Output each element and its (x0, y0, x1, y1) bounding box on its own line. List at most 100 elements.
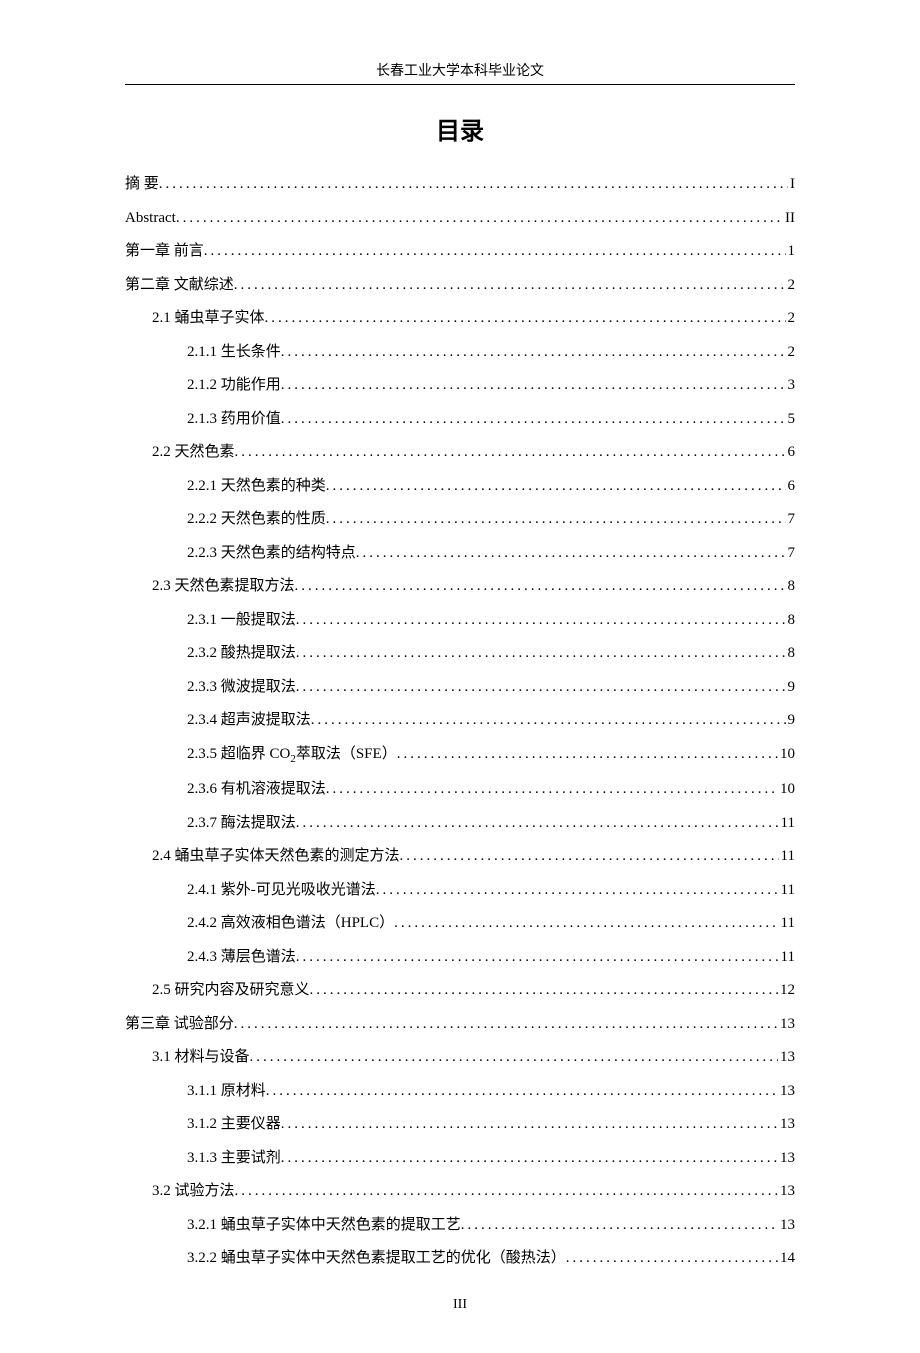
toc-leader-dots: ........................................… (356, 543, 786, 564)
toc-entry-label[interactable]: 3.2.1 蛹虫草子实体中天然色素的提取工艺 (187, 1215, 461, 1236)
toc-entry-label[interactable]: 2.5 研究内容及研究意义 (152, 980, 310, 1001)
toc-entry-label[interactable]: 2.3.6 有机溶液提取法 (187, 779, 326, 800)
toc-entry-label[interactable]: 第二章 文献综述 (125, 275, 234, 296)
toc-entry-page[interactable]: 11 (781, 880, 795, 901)
toc-entry-page[interactable]: 13 (780, 1148, 795, 1169)
toc-entry: 2.1.1 生长条件 .............................… (125, 342, 795, 363)
toc-entry-page[interactable]: 7 (788, 543, 796, 564)
toc-entry: Abstract ...............................… (125, 208, 795, 229)
toc-entry-label[interactable]: 第三章 试验部分 (125, 1014, 234, 1035)
toc-entry-page[interactable]: 13 (780, 1014, 795, 1035)
toc-entry: 2.3.3 微波提取法 ............................… (125, 677, 795, 698)
toc-leader-dots: ........................................… (281, 342, 786, 363)
toc-entry-page[interactable]: 11 (781, 846, 795, 867)
toc-leader-dots: ........................................… (265, 308, 786, 329)
toc-entry-label[interactable]: 2.3 天然色素提取方法 (152, 576, 295, 597)
toc-leader-dots: ........................................… (204, 241, 786, 262)
toc-entry-label[interactable]: 2.3.1 一般提取法 (187, 610, 296, 631)
toc-entry-label[interactable]: 2.3.2 酸热提取法 (187, 643, 296, 664)
toc-entry-page[interactable]: 13 (780, 1047, 795, 1068)
toc-entry-page[interactable]: 5 (788, 409, 796, 430)
toc-entry-page[interactable]: 10 (780, 779, 795, 800)
toc-entry-label[interactable]: 摘 要 (125, 174, 159, 195)
toc-entry-page[interactable]: II (785, 208, 795, 229)
toc-entry-label[interactable]: 2.1.1 生长条件 (187, 342, 281, 363)
toc-entry-page[interactable]: 2 (788, 308, 796, 329)
toc-entry-page[interactable]: 3 (788, 375, 796, 396)
toc-entry: 2.5 研究内容及研究意义 ..........................… (125, 980, 795, 1001)
toc-entry-page[interactable]: 12 (780, 980, 795, 1001)
toc-entry-page[interactable]: 2 (788, 275, 796, 296)
toc-entry: 2.1 蛹虫草子实体 .............................… (125, 308, 795, 329)
toc-entry-label[interactable]: 2.1.3 药用价值 (187, 409, 281, 430)
toc-entry-page[interactable]: 7 (788, 509, 796, 530)
toc-entry-label[interactable]: 2.4.1 紫外-可见光吸收光谱法 (187, 880, 376, 901)
toc-entry-label[interactable]: 3.1 材料与设备 (152, 1047, 250, 1068)
toc-entry-page[interactable]: 13 (780, 1114, 795, 1135)
toc-entry-label[interactable]: 2.4.2 高效液相色谱法（HPLC） (187, 913, 394, 934)
toc-leader-dots: ........................................… (281, 1114, 778, 1135)
toc-entry: 3.1 材料与设备 ..............................… (125, 1047, 795, 1068)
toc-entry-label[interactable]: 2.3.3 微波提取法 (187, 677, 296, 698)
toc-entry-page[interactable]: 6 (788, 442, 796, 463)
toc-entry-page[interactable]: 11 (781, 913, 795, 934)
toc-entry-page[interactable]: 9 (788, 710, 796, 731)
toc-entry-page[interactable]: 8 (788, 576, 796, 597)
toc-leader-dots: ........................................… (234, 1014, 778, 1035)
toc-entry-label[interactable]: 3.1.2 主要仪器 (187, 1114, 281, 1135)
toc-entry-page[interactable]: 11 (781, 813, 795, 834)
toc-entry-page[interactable]: 13 (780, 1215, 795, 1236)
toc-entry-label[interactable]: 3.2.2 蛹虫草子实体中天然色素提取工艺的优化（酸热法） (187, 1248, 566, 1269)
toc-entry: 第三章 试验部分 ...............................… (125, 1014, 795, 1035)
toc-entry-page[interactable]: 9 (788, 677, 796, 698)
toc-leader-dots: ........................................… (326, 476, 786, 497)
toc-entry: 3.1.1 原材料 ..............................… (125, 1081, 795, 1102)
toc-entry-page[interactable]: 8 (788, 610, 796, 631)
header-divider (125, 84, 795, 85)
toc-entry-label[interactable]: 2.1 蛹虫草子实体 (152, 308, 265, 329)
toc-entry: 2.3.7 酶法提取法 ............................… (125, 813, 795, 834)
toc-entry-label[interactable]: 2.1.2 功能作用 (187, 375, 281, 396)
toc-leader-dots: ........................................… (295, 576, 786, 597)
toc-entry: 2.4 蛹虫草子实体天然色素的测定方法 ....................… (125, 846, 795, 867)
toc-entry-label[interactable]: 3.2 试验方法 (152, 1181, 235, 1202)
toc-leader-dots: ........................................… (235, 1181, 778, 1202)
toc-leader-dots: ........................................… (296, 643, 786, 664)
toc-entry-page[interactable]: I (790, 174, 795, 195)
toc-entry-page[interactable]: 8 (788, 643, 796, 664)
page-header: 长春工业大学本科毕业论文 (125, 60, 795, 80)
toc-entry: 3.1.3 主要试剂 .............................… (125, 1148, 795, 1169)
toc-entry-label[interactable]: 2.2 天然色素 (152, 442, 235, 463)
toc-entry-label[interactable]: 2.3.5 超临界 CO2萃取法（SFE） (187, 744, 397, 767)
toc-leader-dots: ........................................… (461, 1215, 778, 1236)
toc-leader-dots: ........................................… (296, 947, 779, 968)
toc-entry-page[interactable]: 14 (780, 1248, 795, 1269)
toc-entry-label[interactable]: 2.2.1 天然色素的种类 (187, 476, 326, 497)
toc-entry-label[interactable]: Abstract (125, 208, 176, 229)
toc-entry: 3.1.2 主要仪器 .............................… (125, 1114, 795, 1135)
toc-entry-label[interactable]: 2.3.4 超声波提取法 (187, 710, 311, 731)
toc-entry-page[interactable]: 11 (781, 947, 795, 968)
toc-entry-label[interactable]: 2.2.2 天然色素的性质 (187, 509, 326, 530)
toc-entry-page[interactable]: 10 (780, 744, 795, 765)
toc-leader-dots: ........................................… (176, 208, 783, 229)
toc-entry-label[interactable]: 2.3.7 酶法提取法 (187, 813, 296, 834)
toc-entry-page[interactable]: 13 (780, 1181, 795, 1202)
toc-entry: 2.2.2 天然色素的性质 ..........................… (125, 509, 795, 530)
toc-entry-page[interactable]: 2 (788, 342, 796, 363)
toc-entry-page[interactable]: 1 (788, 241, 796, 262)
toc-entry-label[interactable]: 3.1.3 主要试剂 (187, 1148, 281, 1169)
toc-entry-label[interactable]: 2.2.3 天然色素的结构特点 (187, 543, 356, 564)
toc-entry: 2.2.3 天然色素的结构特点 ........................… (125, 543, 795, 564)
toc-entry-page[interactable]: 6 (788, 476, 796, 497)
toc-entry: 3.2 试验方法 ...............................… (125, 1181, 795, 1202)
toc-list: 摘 要 ....................................… (125, 174, 795, 1269)
toc-entry-label[interactable]: 2.4.3 薄层色谱法 (187, 947, 296, 968)
toc-entry-label[interactable]: 第一章 前言 (125, 241, 204, 262)
toc-entry: 2.1.2 功能作用 .............................… (125, 375, 795, 396)
toc-entry: 2.3 天然色素提取方法 ...........................… (125, 576, 795, 597)
toc-entry-label[interactable]: 2.4 蛹虫草子实体天然色素的测定方法 (152, 846, 400, 867)
toc-entry-label[interactable]: 3.1.1 原材料 (187, 1081, 266, 1102)
toc-entry-page[interactable]: 13 (780, 1081, 795, 1102)
toc-leader-dots: ........................................… (159, 174, 788, 195)
